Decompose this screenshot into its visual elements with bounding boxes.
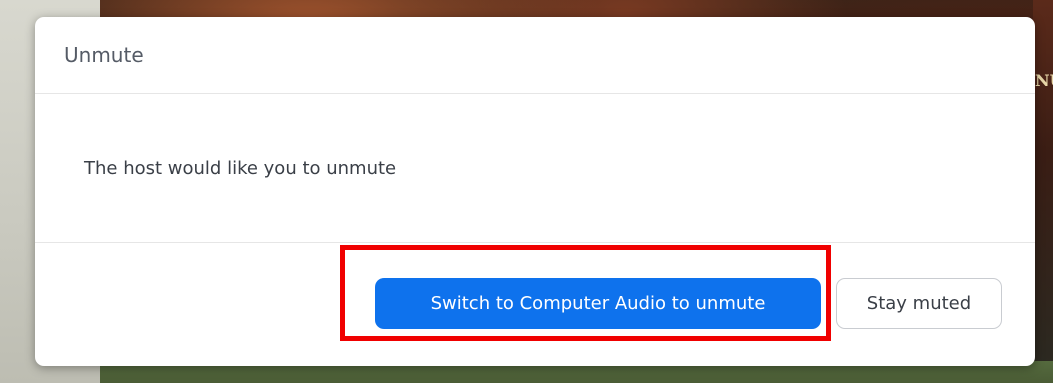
dialog-header: Unmute	[35, 17, 1035, 94]
unmute-dialog: Unmute The host would like you to unmute…	[35, 17, 1035, 366]
dialog-title: Unmute	[64, 43, 144, 67]
background-video-edge	[1033, 0, 1053, 383]
dialog-body: The host would like you to unmute	[35, 94, 1035, 243]
stay-muted-button[interactable]: Stay muted	[836, 278, 1002, 329]
switch-to-computer-audio-button[interactable]: Switch to Computer Audio to unmute	[375, 278, 821, 329]
background-video-text: NU	[1035, 72, 1053, 90]
dialog-message: The host would like you to unmute	[84, 157, 397, 179]
